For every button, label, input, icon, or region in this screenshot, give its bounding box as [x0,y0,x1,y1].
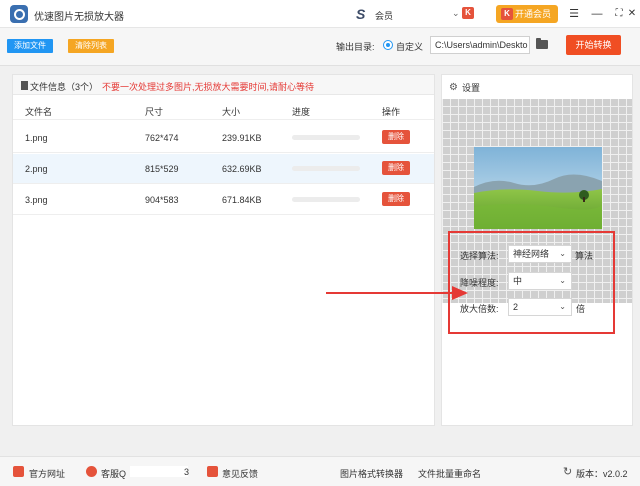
output-path-input[interactable]: C:\Users\admin\Deskto [430,36,530,54]
scale-suffix: 倍 [576,304,586,314]
user-badge-icon: K [462,7,474,19]
title-bar: 优速图片无损放大器 S 会员 ⌄ K K 开通会员 ☰ — ⛶ ✕ [0,0,640,28]
user-name[interactable]: 会员 [375,9,393,22]
custom-dir-radio[interactable] [383,40,393,50]
clear-list-button[interactable]: 清除列表 [68,39,114,53]
format-convert-link[interactable]: 图片格式转换器 [340,467,403,480]
chevron-down-icon: ⌄ [559,276,566,285]
column-header-name: 文件名 [25,107,53,117]
vip-icon: K [501,8,513,20]
vip-label: 开通会员 [515,9,552,19]
support-link[interactable]: 客服Q [101,467,126,480]
file-dims: 904*583 [145,195,179,205]
chevron-down-icon: ⌄ [559,302,566,311]
open-vip-button[interactable]: K 开通会员 [496,5,558,23]
redacted-contact [130,466,188,477]
file-size: 671.84KB [222,195,262,205]
support-icon [86,466,97,477]
chevron-down-icon: ⌄ [559,249,566,258]
document-icon [21,81,28,90]
progress-bar [292,135,360,140]
algorithm-suffix: 算法 [575,251,594,261]
column-header-action: 操作 [382,107,401,117]
annotation-arrow [326,286,468,300]
version-label: 版本：v2.0.2 [576,469,628,479]
file-panel-title: 文件信息（3个） [30,82,99,92]
delete-button[interactable]: 删除 [382,192,410,206]
app-title: 优速图片无损放大器 [34,12,124,23]
file-size: 632.69KB [222,164,262,174]
file-list-panel: 文件信息（3个） 不要一次处理过多图片,无损放大需要时间,请耐心等待 文件名 尺… [12,74,435,426]
algorithm-select[interactable]: 神经网络 ⌄ [508,245,572,263]
file-panel-header: 文件信息（3个） 不要一次处理过多图片,无损放大需要时间,请耐心等待 [13,75,434,95]
gear-icon: ⚙ [449,82,458,93]
settings-title: 设置 [462,83,481,93]
progress-bar [292,197,360,202]
user-logo-icon[interactable]: S [356,6,365,22]
footer: 官方网址 客服Q 3 意见反馈 图片格式转换器 文件批量重命名 ↻ 版本：v2.… [0,456,640,486]
folder-icon[interactable] [536,38,548,49]
output-dir-label: 输出目录: [336,42,375,52]
column-header-dims: 尺寸 [145,107,164,117]
file-name: 1.png [25,133,48,143]
table-row[interactable]: 1.png 762*474 239.91KB 删除 [13,123,434,153]
file-name: 2.png [25,164,48,174]
minimize-icon[interactable]: — [589,6,605,22]
chevron-down-icon[interactable]: ⌄ [452,8,460,19]
website-icon [13,466,24,477]
table-row[interactable]: 3.png 904*583 671.84KB 删除 [13,185,434,215]
menu-icon[interactable]: ☰ [566,6,582,22]
close-icon[interactable]: ✕ [624,6,640,22]
delete-button[interactable]: 删除 [382,130,410,144]
file-name: 3.png [25,195,48,205]
preview-image [474,147,602,229]
column-header-progress: 进度 [292,107,311,117]
toolbar: 添加文件 清除列表 输出目录: 自定义 C:\Users\admin\Deskt… [0,28,640,66]
file-panel-warning: 不要一次处理过多图片,无损放大需要时间,请耐心等待 [102,82,315,92]
column-header-size: 大小 [222,107,241,117]
table-row[interactable]: 2.png 815*529 632.69KB 删除 [13,154,434,184]
algorithm-label: 选择算法: [460,251,499,261]
website-link[interactable]: 官方网址 [29,467,65,480]
denoise-select[interactable]: 中 ⌄ [508,272,572,290]
refresh-icon[interactable]: ↻ [563,465,572,478]
file-dims: 762*474 [145,133,179,143]
start-convert-button[interactable]: 开始转换 [566,35,621,55]
batch-rename-link[interactable]: 文件批量重命名 [418,467,481,480]
add-file-button[interactable]: 添加文件 [7,39,53,53]
app-logo-icon [10,5,28,23]
feedback-icon [207,466,218,477]
custom-dir-label[interactable]: 自定义 [396,40,423,53]
file-dims: 815*529 [145,164,179,174]
progress-bar [292,166,360,171]
delete-button[interactable]: 删除 [382,161,410,175]
feedback-link[interactable]: 意见反馈 [222,467,258,480]
scale-select[interactable]: 2 ⌄ [508,298,572,316]
support-tail: 3 [184,467,190,477]
file-size: 239.91KB [222,133,262,143]
